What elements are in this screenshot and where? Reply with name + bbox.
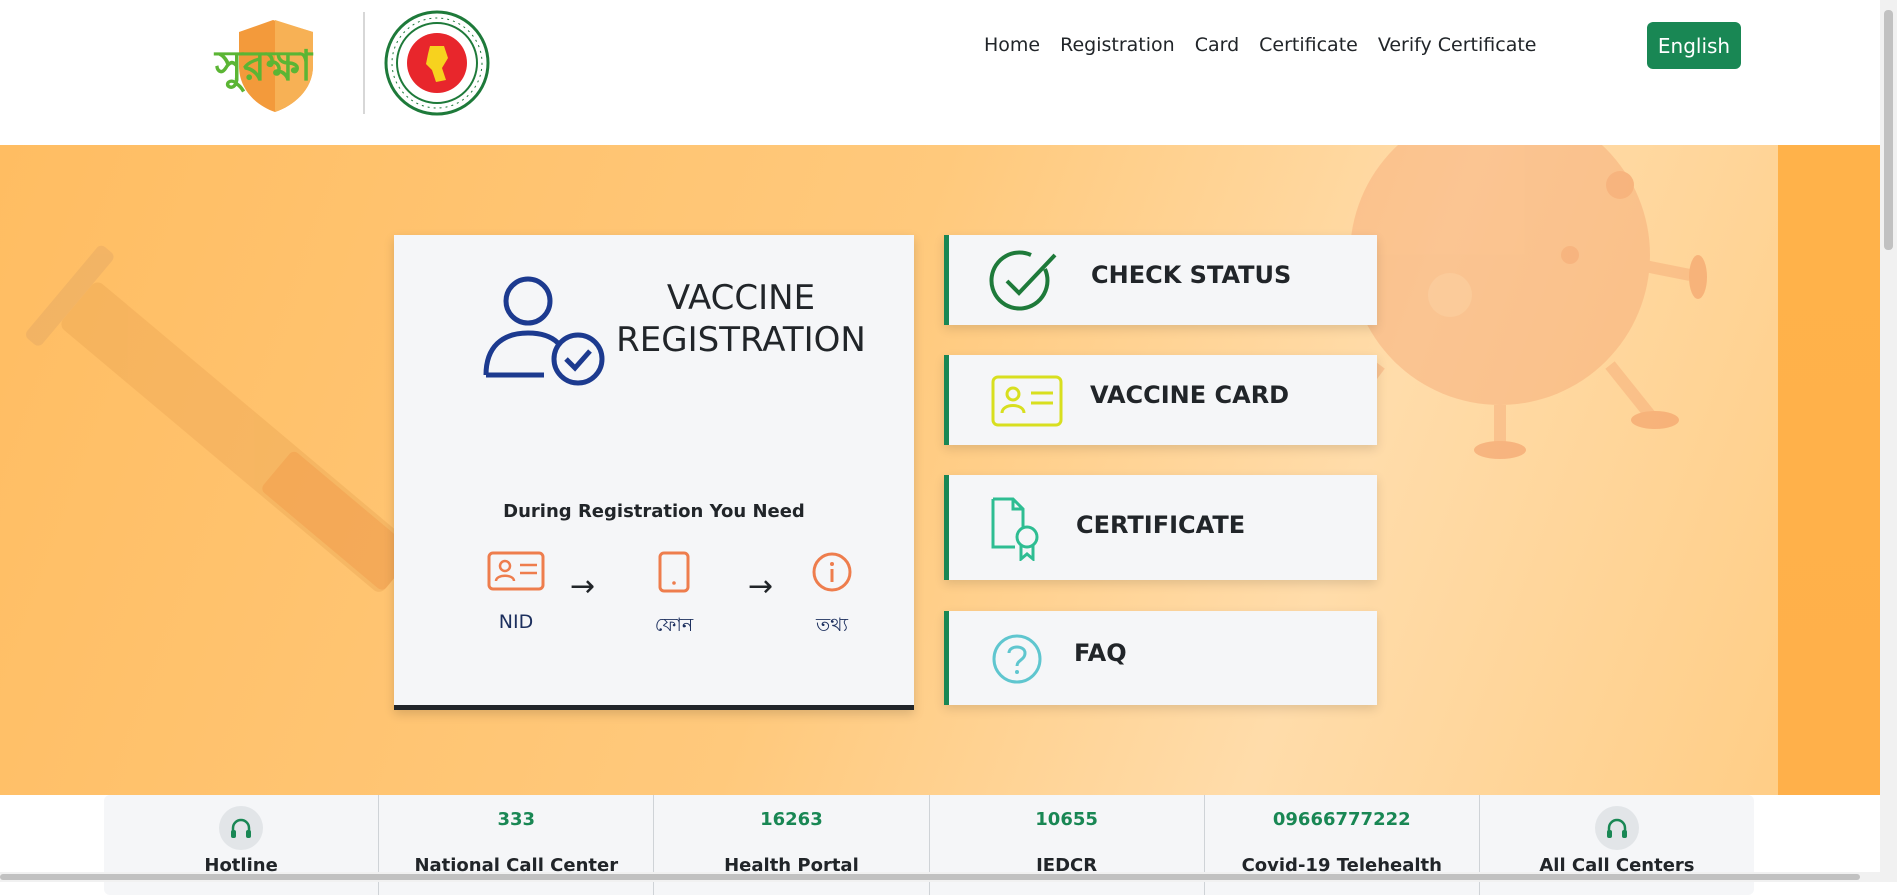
requirement-nid: NID [486,551,546,633]
svg-text:সুরক্ষা: সুরক্ষা [213,41,314,93]
certificate-icon [991,497,1039,561]
main-nav: Home Registration Card Certificate Verif… [984,34,1536,56]
telehealth-number: 09666777222 [1272,809,1411,830]
vaccine-card-icon [991,375,1063,427]
health-portal-number: 16263 [760,809,823,830]
nav-registration[interactable]: Registration [1060,34,1175,56]
language-button[interactable]: English [1647,22,1741,69]
faq-button[interactable]: FAQ [944,611,1377,705]
requirement-phone: ফোন [642,551,706,643]
faq-label: FAQ [1074,639,1127,667]
horizontal-scrollbar-thumb[interactable] [0,874,1860,880]
logo-divider [363,12,365,114]
requirements-title: During Registration You Need [503,501,805,522]
requirement-info-label: তথ্য [815,614,849,636]
vaccine-card-button[interactable]: VACCINE CARD [944,355,1377,445]
nav-home[interactable]: Home [984,34,1040,56]
vaccine-registration-card[interactable]: VACCINE REGISTRATION During Registration… [394,235,914,710]
headset-icon [1594,806,1639,850]
hero-right-band [1778,145,1880,795]
check-status-button[interactable]: CHECK STATUS [944,235,1377,325]
national-call-center-number: 333 [497,809,536,830]
check-status-label: CHECK STATUS [1091,261,1292,289]
government-seal-logo [384,10,490,116]
horizontal-scrollbar[interactable] [0,872,1880,882]
surokkha-logo[interactable]: সুরক্ষা [213,14,343,114]
requirement-nid-label: NID [498,611,534,633]
info-icon [812,552,852,592]
iedcr-number: 10655 [1035,809,1098,830]
check-circle-icon [989,250,1057,311]
arrow-right-icon: → [570,569,596,604]
hero-background-illustration [25,145,1707,665]
nav-card[interactable]: Card [1195,34,1239,56]
vertical-scrollbar[interactable] [1880,0,1897,882]
vaccine-card-label: VACCINE CARD [1090,381,1290,409]
nav-verify-certificate[interactable]: Verify Certificate [1378,34,1537,56]
certificate-button[interactable]: CERTIFICATE [944,475,1377,580]
hero-section: VACCINE REGISTRATION During Registration… [0,145,1880,795]
id-card-icon [487,551,545,591]
question-icon [992,634,1042,684]
user-check-icon [483,276,605,386]
phone-icon [658,551,690,593]
certificate-label: CERTIFICATE [1076,511,1246,539]
headset-icon [219,806,264,850]
registration-title: VACCINE REGISTRATION [616,277,866,361]
arrow-right-icon: → [748,569,774,604]
site-header: সুরক্ষা Home Registration Card Certifica… [0,0,1880,145]
registration-title-line1: VACCINE [666,278,816,318]
vertical-scrollbar-thumb[interactable] [1884,10,1893,250]
requirement-info: তথ্য [802,551,862,643]
nav-certificate[interactable]: Certificate [1259,34,1358,56]
requirement-phone-label: ফোন [654,614,694,636]
registration-title-line2: REGISTRATION [616,320,866,360]
